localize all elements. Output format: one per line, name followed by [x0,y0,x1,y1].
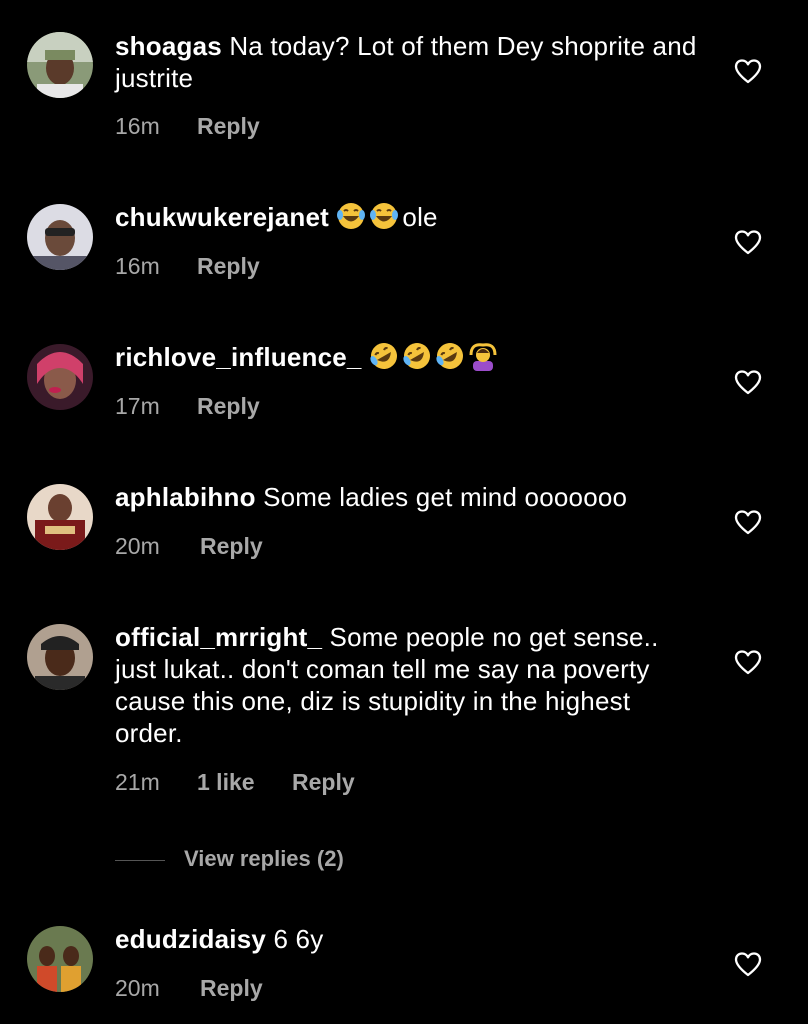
heart-icon[interactable] [734,369,762,395]
avatar[interactable] [27,204,93,270]
comment-body: ole [402,202,438,232]
view-replies-label: View replies (2) [184,846,344,871]
comment-time: 20m [115,533,160,559]
emoji-group [369,342,501,372]
reply-button[interactable]: Reply [292,769,355,796]
comment-time: 21m [115,769,160,795]
avatar[interactable] [27,624,93,690]
comment-text: aphlabihno Some ladies get mind ooooooo [115,481,705,513]
avatar[interactable] [27,344,93,410]
comment-meta: 16m Reply [115,253,260,280]
comment-meta: 17m Reply [115,393,260,420]
comment-time: 20m [115,975,160,1001]
comment-username[interactable]: richlove_influence_ [115,342,362,372]
person-gesturing-ok-icon [469,343,497,371]
avatar[interactable] [27,926,93,992]
reply-button[interactable]: Reply [197,113,260,140]
comment-text: official_mrright_ Some people no get sen… [115,621,705,749]
divider [115,860,165,861]
comment-text: shoagas Na today? Lot of them Dey shopri… [115,30,705,94]
reply-button[interactable]: Reply [197,253,260,280]
comment-meta: 20m Reply [115,975,263,1002]
emoji-group [336,202,402,232]
heart-icon[interactable] [734,509,762,535]
rolling-on-floor-laughing-icon [370,343,397,369]
rolling-on-floor-laughing-icon [436,343,463,369]
comment-meta: 16m Reply [115,113,260,140]
likes-count[interactable]: 1 like [197,769,292,796]
heart-icon[interactable] [734,229,762,255]
reply-button[interactable]: Reply [197,393,260,420]
avatar[interactable] [27,484,93,550]
comment-meta: 20m Reply [115,533,263,560]
comment-username[interactable]: shoagas [115,31,222,61]
face-with-tears-of-joy-icon [337,203,366,229]
face-with-tears-of-joy-icon [370,203,399,229]
comment-username[interactable]: edudzidaisy [115,924,266,954]
avatar[interactable] [27,32,93,98]
heart-icon[interactable] [734,649,762,675]
comment-text: chukwukerejanet ole [115,201,705,233]
comment-time: 17m [115,393,160,419]
heart-icon[interactable] [734,58,762,84]
reply-button[interactable]: Reply [200,533,263,560]
comment-time: 16m [115,253,160,279]
comment-text: richlove_influence_ [115,341,705,373]
comment-username[interactable]: chukwukerejanet [115,202,329,232]
comment-username[interactable]: aphlabihno [115,482,256,512]
comment-time: 16m [115,113,160,139]
comment-text: edudzidaisy 6 6y [115,923,705,955]
comment-body: 6 6y [273,924,324,954]
heart-icon[interactable] [734,951,762,977]
comment-meta: 21m 1 like Reply [115,769,355,796]
rolling-on-floor-laughing-icon [403,343,430,369]
reply-button[interactable]: Reply [200,975,263,1002]
comment-username[interactable]: official_mrright_ [115,622,322,652]
comment-body: Some ladies get mind ooooooo [263,482,628,512]
